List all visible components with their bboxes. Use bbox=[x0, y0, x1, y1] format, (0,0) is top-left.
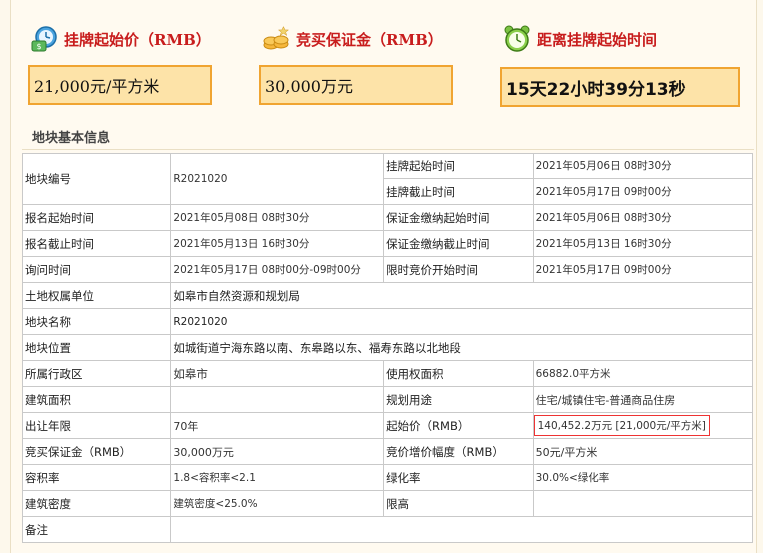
name-value: R2021020 bbox=[170, 308, 753, 335]
deposit-title: 竞买保证金（RMB） bbox=[296, 30, 443, 49]
term-value: 70年 bbox=[170, 412, 385, 439]
dep-end-value: 2021年05月13日 16时30分 bbox=[532, 230, 754, 257]
svg-text:$: $ bbox=[36, 42, 41, 51]
height-label: 限高 bbox=[383, 490, 534, 517]
plan-use-label: 规划用途 bbox=[383, 386, 534, 413]
reg-end-label: 报名截止时间 bbox=[21, 230, 172, 257]
owner-label: 土地权属单位 bbox=[21, 282, 172, 309]
district-value: 如皋市 bbox=[170, 360, 385, 387]
money-clock-icon: $ bbox=[30, 25, 58, 53]
listing-start-label: 挂牌起始时间 bbox=[383, 153, 534, 179]
countdown-summary: 距离挂牌起始时间 bbox=[503, 22, 657, 56]
table-row: 建筑面积 规划用途 住宅/城镇住宅-普通商品住房 bbox=[21, 386, 754, 413]
countdown-value: 15天22小时39分13秒 bbox=[500, 67, 740, 107]
parcel-no-value: R2021020 bbox=[170, 153, 385, 205]
listing-end-value: 2021年05月17日 09时00分 bbox=[532, 178, 754, 205]
reg-end-value: 2021年05月13日 16时30分 bbox=[170, 230, 385, 257]
countdown-title: 距离挂牌起始时间 bbox=[537, 30, 658, 49]
coins-icon bbox=[262, 25, 290, 53]
owner-value: 如皋市自然资源和规划局 bbox=[170, 282, 753, 309]
build-area-value bbox=[170, 386, 385, 413]
parcel-info-table: 地块编号 R2021020 挂牌起始时间 2021年05月06日 08时30分 … bbox=[21, 153, 754, 543]
dep-start-value: 2021年05月06日 08时30分 bbox=[532, 204, 754, 231]
inquiry-value: 2021年05月17日 08时00分-09时00分 bbox=[170, 256, 385, 283]
green-value: 30.0%<绿化率 bbox=[532, 464, 754, 491]
location-value: 如城街道宁海东路以南、东皋路以东、福寿东路以北地段 bbox=[170, 334, 753, 361]
section-divider bbox=[22, 149, 754, 150]
start-price-summary: $ 挂牌起始价（RMB） bbox=[30, 22, 211, 56]
far-label: 容积率 bbox=[21, 464, 172, 491]
auction-start-label: 限时竞价开始时间 bbox=[383, 256, 534, 283]
plan-use-value: 住宅/城镇住宅-普通商品住房 bbox=[532, 386, 754, 413]
table-row: 地块名称 R2021020 bbox=[21, 308, 753, 335]
density-label: 建筑密度 bbox=[21, 490, 172, 517]
table-row: 询问时间 2021年05月17日 08时00分-09时00分 限时竞价开始时间 … bbox=[21, 256, 754, 283]
parcel-no-label: 地块编号 bbox=[21, 153, 172, 205]
remark-label: 备注 bbox=[21, 516, 172, 543]
table-row: 报名截止时间 2021年05月13日 16时30分 保证金缴纳截止时间 2021… bbox=[21, 230, 754, 257]
deposit-label: 竞买保证金（RMB） bbox=[21, 438, 172, 465]
table-row: 容积率 1.8<容积率<2.1 绿化率 30.0%<绿化率 bbox=[21, 464, 754, 491]
listing-start-value: 2021年05月06日 08时30分 bbox=[532, 153, 754, 179]
table-row: 出让年限 70年 起始价（RMB） 140,452.2万元 [21,000元/平… bbox=[21, 412, 754, 439]
table-row: 土地权属单位 如皋市自然资源和规划局 bbox=[21, 282, 753, 309]
table-row: 备注 bbox=[21, 516, 753, 543]
increment-value: 50元/平方米 bbox=[532, 438, 754, 465]
location-label: 地块位置 bbox=[21, 334, 172, 361]
inquiry-label: 询问时间 bbox=[21, 256, 172, 283]
term-label: 出让年限 bbox=[21, 412, 172, 439]
height-value bbox=[532, 490, 754, 517]
district-label: 所属行政区 bbox=[21, 360, 172, 387]
green-label: 绿化率 bbox=[383, 464, 534, 491]
start-price-label: 起始价（RMB） bbox=[383, 412, 534, 439]
use-area-value: 66882.0平方米 bbox=[532, 360, 754, 387]
reg-start-label: 报名起始时间 bbox=[21, 204, 172, 231]
start-price-value: 21,000元/平方米 bbox=[28, 65, 212, 105]
build-area-label: 建筑面积 bbox=[21, 386, 172, 413]
table-row: 地块编号 R2021020 挂牌起始时间 2021年05月06日 08时30分 bbox=[21, 153, 754, 205]
start-price-highlight: 140,452.2万元 [21,000元/平方米] bbox=[534, 415, 710, 436]
use-area-label: 使用权面积 bbox=[383, 360, 534, 387]
section-title: 地块基本信息 bbox=[32, 131, 111, 146]
table-row: 报名起始时间 2021年05月08日 08时30分 保证金缴纳起始时间 2021… bbox=[21, 204, 754, 231]
deposit-summary: 竞买保证金（RMB） bbox=[262, 22, 443, 56]
dep-end-label: 保证金缴纳截止时间 bbox=[383, 230, 534, 257]
table-row: 建筑密度 建筑密度<25.0% 限高 bbox=[21, 490, 754, 517]
auction-start-value: 2021年05月17日 09时00分 bbox=[532, 256, 754, 283]
remark-value bbox=[170, 516, 753, 543]
name-label: 地块名称 bbox=[21, 308, 172, 335]
listing-end-label: 挂牌截止时间 bbox=[383, 178, 534, 205]
start-price-title: 挂牌起始价（RMB） bbox=[64, 30, 211, 49]
far-value: 1.8<容积率<2.1 bbox=[170, 464, 385, 491]
reg-start-value: 2021年05月08日 08时30分 bbox=[170, 204, 385, 231]
dep-start-label: 保证金缴纳起始时间 bbox=[383, 204, 534, 231]
density-value: 建筑密度<25.0% bbox=[170, 490, 385, 517]
table-row: 地块位置 如城街道宁海东路以南、东皋路以东、福寿东路以北地段 bbox=[21, 334, 753, 361]
table-row: 竞买保证金（RMB） 30,000万元 竞价增价幅度（RMB） 50元/平方米 bbox=[21, 438, 754, 465]
start-price-cell: 140,452.2万元 [21,000元/平方米] bbox=[532, 412, 754, 439]
table-row: 所属行政区 如皋市 使用权面积 66882.0平方米 bbox=[21, 360, 754, 387]
deposit-cell-value: 30,000万元 bbox=[170, 438, 385, 465]
alarm-clock-icon bbox=[503, 25, 531, 53]
deposit-value: 30,000万元 bbox=[259, 65, 453, 105]
increment-label: 竞价增价幅度（RMB） bbox=[383, 438, 534, 465]
